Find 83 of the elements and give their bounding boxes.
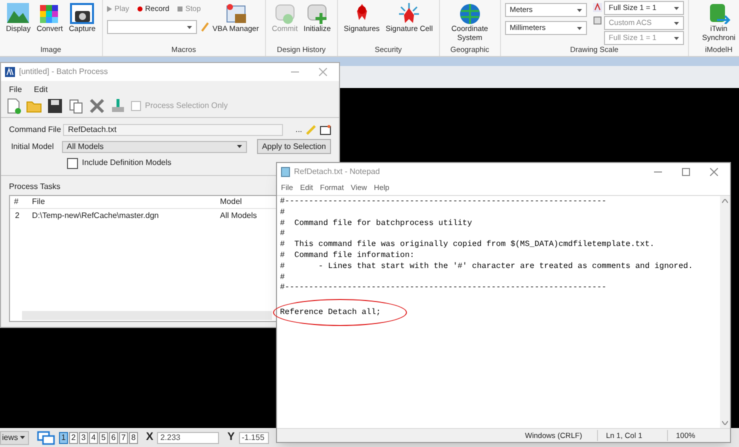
checkbox-label: Include Definition Models — [82, 157, 172, 169]
caret-icon — [20, 436, 26, 439]
scroll-up-icon — [722, 199, 728, 203]
save-button[interactable] — [47, 98, 63, 114]
play-icon — [106, 6, 113, 12]
copy-button[interactable] — [68, 98, 84, 114]
checkbox[interactable] — [131, 100, 141, 110]
new-file-button[interactable] — [5, 98, 21, 114]
caret-icon — [674, 6, 679, 10]
code-line: # — [280, 272, 286, 284]
checkbox-label: Process Selection Only — [145, 100, 228, 112]
caret-icon — [186, 26, 192, 29]
close-button[interactable] — [89, 98, 105, 114]
menu-item[interactable]: File — [9, 84, 22, 96]
new-file-icon — [5, 98, 21, 114]
close-icon — [89, 98, 105, 114]
dropdown[interactable]: All Models — [62, 140, 247, 152]
caret-icon — [576, 8, 582, 12]
caret-icon — [674, 36, 679, 40]
view-tab[interactable]: 2 — [69, 432, 78, 444]
window-title: [untitled] - Batch Process — [19, 66, 109, 78]
window-briefcase-icon — [224, 2, 248, 24]
code-line: Reference Detach all; — [280, 308, 720, 319]
caret-icon — [674, 22, 679, 24]
browse-button[interactable]: ... — [295, 124, 302, 136]
code-line: # - Lines that start with the '#' character are treated as comments and ignored. — [280, 262, 694, 273]
code-line: #------------------------------------------------------------------- — [280, 197, 608, 208]
seal-burst-icon — [397, 2, 422, 24]
save-icon — [47, 98, 63, 114]
code-line: # — [280, 208, 286, 219]
caret-icon — [576, 26, 582, 30]
dropdown[interactable] — [106, 20, 197, 34]
code-line: # — [280, 229, 286, 240]
view-tab[interactable]: 7 — [119, 432, 128, 444]
code-line: # Command file information: — [280, 250, 416, 262]
close-icon — [319, 68, 327, 76]
scroll-down-icon — [722, 421, 728, 425]
copy-icon — [68, 98, 84, 114]
landscape-icon — [6, 2, 30, 24]
code-line: #------------------------------------------------------------------- — [280, 283, 608, 294]
column-header[interactable]: File — [32, 196, 220, 208]
window-icon — [320, 125, 331, 135]
maximize-icon — [682, 168, 690, 176]
table-cell-text: All Models — [220, 210, 258, 222]
input-field[interactable]: RefDetach.txt — [63, 124, 284, 136]
caret-icon — [236, 145, 242, 148]
stop-icon — [177, 6, 184, 12]
field-label: Initial Model — [10, 140, 55, 152]
text-style-icon — [592, 3, 602, 12]
view-tab[interactable]: 4 — [89, 432, 98, 444]
scale-icon — [592, 16, 602, 25]
code-line: # Command file for batchprocess utility — [280, 218, 474, 230]
apply-button[interactable]: Apply to Selection — [256, 139, 331, 154]
view-tab[interactable]: 6 — [109, 432, 118, 444]
menu-item[interactable]: Edit — [34, 84, 48, 96]
views-button[interactable]: iews — [0, 430, 30, 444]
record-icon — [137, 6, 144, 12]
view-tab[interactable]: 1 — [59, 432, 68, 444]
globe-icon — [458, 2, 482, 24]
column-header[interactable]: Model — [220, 196, 268, 208]
table-cell-text: D:\Temp-new\RefCache\master.dgn — [32, 210, 160, 222]
app-logo-icon — [5, 67, 15, 77]
section-title: Process Tasks — [9, 181, 60, 193]
field-label: Command File — [9, 124, 59, 136]
table-cell-text: 2 — [14, 210, 20, 222]
coordinate-label: X — [146, 430, 154, 446]
view-tab[interactable]: 5 — [99, 432, 108, 444]
pencil-icon — [306, 125, 316, 135]
checkbox[interactable] — [67, 158, 78, 168]
notepad-icon — [281, 167, 290, 177]
view-tab[interactable]: 8 — [129, 432, 138, 444]
view-tab[interactable]: 3 — [79, 432, 88, 444]
scrollbar[interactable] — [22, 311, 272, 320]
column-header[interactable]: # — [10, 196, 32, 208]
coordinate-label: Y — [227, 430, 235, 446]
coordinate-field[interactable]: 2.233 — [157, 432, 220, 444]
close-icon — [710, 168, 718, 176]
coordinate-field[interactable]: -1.155 — [238, 432, 269, 444]
scrollbar[interactable] — [720, 196, 730, 428]
pencil-icon — [200, 22, 209, 32]
code-line: # This command file was originally copied from $(MS_DATA)cmdfiletemplate.txt. — [280, 240, 656, 251]
window-title: RefDetach.txt - Notepad — [294, 166, 381, 178]
windows-icon — [37, 430, 56, 444]
